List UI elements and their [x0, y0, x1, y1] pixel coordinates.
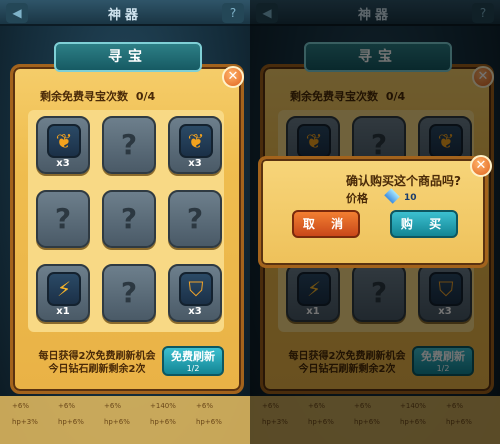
refresh-info-line1: 每日获得2次免费刷新机会	[38, 351, 156, 362]
treasure-slot[interactable]: ⚡x1	[36, 264, 90, 322]
stat-bonus: +6%	[58, 402, 75, 410]
top-bar: ◀ 神器 ?	[0, 0, 250, 26]
free-count-value: 0/4	[135, 90, 156, 103]
question-mark-icon: ?	[120, 276, 138, 309]
cancel-button[interactable]: 取 消	[292, 210, 360, 238]
treasure-slot[interactable]: ⛉x3	[168, 264, 222, 322]
stat-bonus: hp+3%	[12, 418, 38, 426]
price-label: 价格	[346, 192, 368, 205]
question-mark-icon: ?	[54, 202, 72, 235]
free-refresh-button[interactable]: 免费刷新 1/2	[162, 346, 224, 376]
stat-bonus: +6%	[12, 402, 29, 410]
buy-button[interactable]: 购 买	[390, 210, 458, 238]
question-mark-icon: ?	[186, 202, 204, 235]
free-refresh-label: 免费刷新	[171, 350, 215, 363]
treasure-slot[interactable]: ❦x3	[36, 116, 90, 174]
wing-icon: ❦	[179, 124, 213, 158]
treasure-slot[interactable]: ?	[36, 190, 90, 248]
item-quantity: x1	[56, 306, 70, 317]
question-mark-icon: ?	[120, 128, 138, 161]
treasure-slot[interactable]: ?	[168, 190, 222, 248]
page-title: 神器	[107, 8, 142, 23]
dialog-close-button[interactable]: ✕	[470, 155, 492, 177]
item-quantity: x3	[56, 158, 70, 169]
panel-banner: 寻宝	[54, 42, 202, 72]
stat-bonus: hp+6%	[150, 418, 176, 426]
price-value: 10	[404, 193, 417, 203]
treasure-grid: ❦x3?❦x3???⚡x1?⛉x3	[28, 110, 224, 332]
close-button[interactable]: ✕	[222, 66, 244, 88]
shield-icon: ⛉	[179, 272, 213, 306]
free-count-label: 剩余免费寻宝次数	[40, 90, 128, 103]
free-count: 剩余免费寻宝次数 0/4	[40, 88, 155, 104]
lightning-icon: ⚡	[47, 272, 81, 306]
stat-bonus: +6%	[104, 402, 121, 410]
question-mark-icon: ?	[120, 202, 138, 235]
stat-bonus: hp+6%	[58, 418, 84, 426]
refresh-info: 每日获得2次免费刷新机会 今日钻石刷新剩余2次	[32, 350, 162, 376]
item-quantity: x3	[188, 158, 202, 169]
stat-bonus: +140%	[150, 402, 176, 410]
item-quantity: x3	[188, 306, 202, 317]
help-icon[interactable]: ?	[222, 3, 244, 23]
treasure-slot[interactable]: ?	[102, 116, 156, 174]
free-refresh-count: 1/2	[186, 364, 200, 373]
stat-bonus: hp+6%	[104, 418, 130, 426]
left-pane: ◀ 神器 ? 寻宝 ✕ 剩余免费寻宝次数 0/4 ❦ x3? ❦ x3??? ⚡ x1? ⛉…	[0, 0, 250, 444]
wing-icon: ❦	[47, 124, 81, 158]
stats-footer: +6% +6% +6% +140% +6% hp+3% hp+6% hp+6% hp+6% hp+…	[0, 396, 250, 444]
game-screen: ◀ 神器 ? 寻宝 ✕ 剩余免费寻宝次数 0/4 ❦ x3? ❦ x3??? ⚡ x1? ⛉…	[0, 0, 500, 444]
stat-bonus: hp+6%	[196, 418, 222, 426]
treasure-slot[interactable]: ?	[102, 190, 156, 248]
stat-bonus: +6%	[196, 402, 213, 410]
confirm-question: 确认购买这个商品吗?	[346, 174, 461, 188]
treasure-slot[interactable]: ?	[102, 264, 156, 322]
refresh-info-line2: 今日钻石刷新剩余2次	[48, 364, 146, 375]
treasure-slot[interactable]: ❦x3	[168, 116, 222, 174]
